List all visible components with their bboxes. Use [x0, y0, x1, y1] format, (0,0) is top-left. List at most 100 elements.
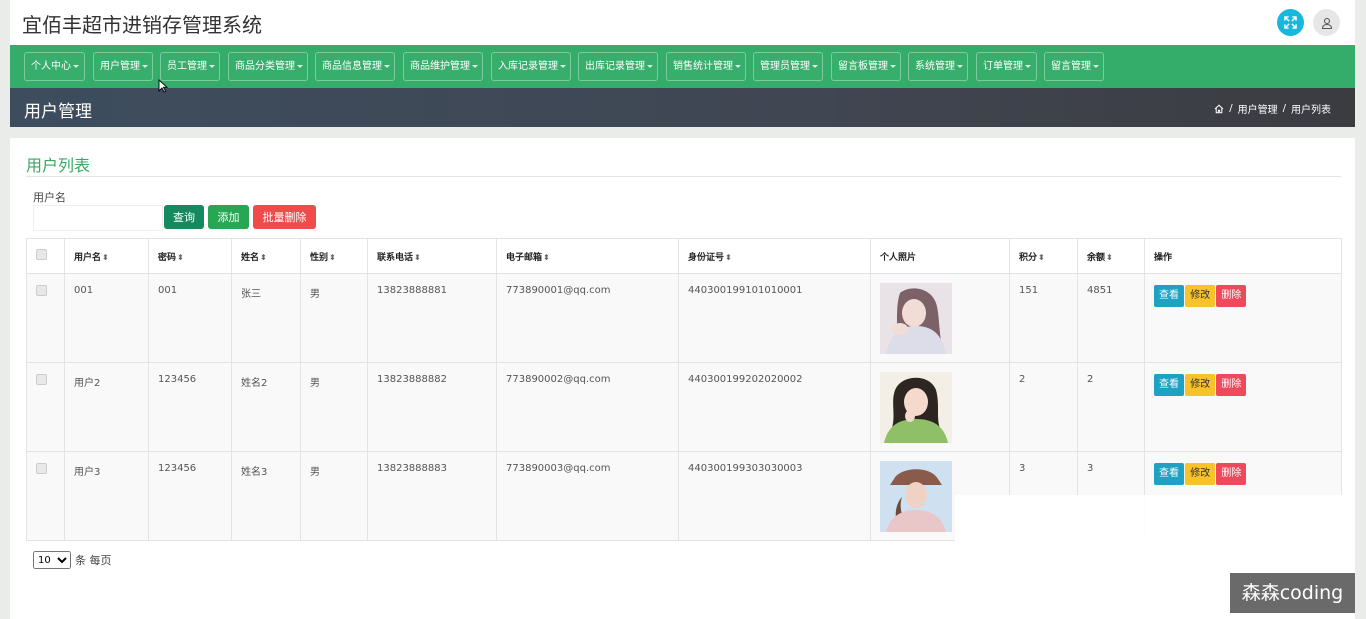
row-select-cell [26, 451, 65, 541]
user-menu-button[interactable] [1313, 9, 1340, 36]
delete-button[interactable]: 删除 [1216, 285, 1247, 307]
column-header-label: 用户名 [74, 252, 102, 263]
user-photo[interactable] [880, 372, 952, 443]
username-cell: 用户2 [64, 362, 149, 452]
nav-item-label: 商品维护管理 [410, 61, 470, 72]
nav-item-category-management[interactable]: 商品分类管理 [228, 52, 308, 81]
nav-item-order-management[interactable]: 订单管理 [976, 52, 1037, 81]
column-header[interactable]: 姓名⬍ [231, 238, 301, 274]
page-header: 用户管理 / 用户管理 / 用户列表 [10, 88, 1355, 127]
nav-item-sales-statistics[interactable]: 销售统计管理 [666, 52, 746, 81]
bulk-delete-button[interactable]: 批量删除 [253, 205, 316, 229]
edit-button[interactable]: 修改 [1185, 285, 1216, 307]
view-button[interactable]: 查看 [1154, 285, 1184, 307]
view-button[interactable]: 查看 [1154, 374, 1184, 396]
points-cell: 151 [1009, 273, 1078, 363]
password-cell: 123456 [148, 451, 232, 541]
caret-down-icon [142, 64, 148, 68]
top-bar: 宜佰丰超市进销存管理系统 [10, 0, 1355, 45]
nav-item-label: 系统管理 [915, 61, 955, 72]
caret-down-icon [735, 64, 741, 68]
column-header-label: 积分 [1019, 252, 1038, 263]
sort-icon: ⬍ [260, 252, 267, 262]
user-photo[interactable] [880, 283, 952, 354]
username-cell: 001 [64, 273, 149, 363]
card-divider [26, 176, 1341, 177]
view-button[interactable]: 查看 [1154, 463, 1184, 485]
page-size-suffix: 条 每页 [75, 554, 112, 567]
caret-down-icon [812, 64, 818, 68]
row-checkbox[interactable] [36, 374, 47, 385]
nav-item-personal-center[interactable]: 个人中心 [24, 52, 85, 81]
email-cell: 773890001@qq.com [496, 273, 679, 363]
nav-item-product-maintenance[interactable]: 商品维护管理 [403, 52, 483, 81]
username-label: 用户名 [33, 191, 66, 204]
row-checkbox[interactable] [36, 463, 47, 474]
breadcrumb-separator: / [1229, 103, 1233, 114]
column-header[interactable]: 密码⬍ [148, 238, 232, 274]
user-photo[interactable] [880, 461, 952, 532]
nav-item-system-management[interactable]: 系统管理 [908, 52, 968, 81]
balance-cell: 4851 [1077, 273, 1145, 363]
home-icon[interactable] [1214, 104, 1224, 114]
edit-button[interactable]: 修改 [1185, 463, 1216, 485]
sort-icon: ⬍ [725, 252, 732, 262]
column-header-label: 密码 [158, 252, 177, 263]
edit-button[interactable]: 修改 [1185, 374, 1216, 396]
row-select-cell [26, 362, 65, 452]
nav-item-label: 入库记录管理 [498, 61, 558, 72]
actions-cell: 查看 修改 删除 [1144, 273, 1342, 363]
delete-button[interactable]: 删除 [1216, 374, 1247, 396]
caret-down-icon [647, 64, 653, 68]
fullscreen-button[interactable] [1277, 9, 1304, 36]
phone-cell: 13823888883 [367, 451, 497, 541]
delete-button[interactable]: 删除 [1216, 463, 1247, 485]
caret-down-icon [297, 64, 303, 68]
phone-cell: 13823888881 [367, 273, 497, 363]
nav-item-user-management[interactable]: 用户管理 [93, 52, 153, 81]
mouse-cursor-icon [158, 79, 168, 93]
add-button[interactable]: 添加 [208, 205, 249, 229]
sort-icon: ⬍ [414, 252, 421, 262]
sort-icon: ⬍ [543, 252, 550, 262]
select-all-checkbox[interactable] [36, 249, 47, 260]
column-header[interactable]: 积分⬍ [1009, 238, 1078, 274]
nav-item-message-management[interactable]: 留言管理 [1044, 52, 1104, 81]
username-search-input[interactable] [33, 205, 163, 231]
fullscreen-icon [1284, 16, 1297, 29]
column-header[interactable]: 电子邮箱⬍ [496, 238, 679, 274]
column-header[interactable]: 性别⬍ [300, 238, 368, 274]
photo-cell [870, 273, 1010, 363]
email-cell: 773890002@qq.com [496, 362, 679, 452]
nav-item-product-info-management[interactable]: 商品信息管理 [315, 52, 395, 81]
page-size-select[interactable]: 10 [33, 551, 71, 569]
column-header-label: 操作 [1154, 252, 1173, 263]
nav-item-outbound-records[interactable]: 出库记录管理 [578, 52, 658, 81]
row-checkbox[interactable] [36, 285, 47, 296]
email-cell: 773890003@qq.com [496, 451, 679, 541]
column-header[interactable]: 身份证号⬍ [678, 238, 871, 274]
nav-item-message-board-management[interactable]: 留言板管理 [831, 52, 901, 81]
breadcrumb: / 用户管理 / 用户列表 [1214, 101, 1331, 116]
nav-item-staff-management[interactable]: 员工管理 [160, 52, 220, 81]
card-title: 用户列表 [26, 156, 91, 175]
nav-item-admin-management[interactable]: 管理员管理 [753, 52, 823, 81]
balance-cell: 2 [1077, 362, 1145, 452]
app-title: 宜佰丰超市进销存管理系统 [22, 13, 262, 37]
sort-icon: ⬍ [102, 252, 109, 262]
gender-cell: 男 [300, 273, 368, 363]
query-button[interactable]: 查询 [164, 205, 204, 229]
nav-item-label: 销售统计管理 [673, 61, 733, 72]
nav-item-inbound-records[interactable]: 入库记录管理 [491, 52, 571, 81]
breadcrumb-item[interactable]: 用户管理 [1238, 101, 1278, 116]
column-header[interactable]: 用户名⬍ [64, 238, 149, 274]
column-header[interactable]: 余额⬍ [1077, 238, 1145, 274]
caret-down-icon [957, 64, 963, 68]
column-header[interactable]: 联系电话⬍ [367, 238, 497, 274]
column-header-label: 余额 [1087, 252, 1106, 263]
pagination: 10 条 每页 [33, 551, 112, 569]
phone-cell: 13823888882 [367, 362, 497, 452]
breadcrumb-separator: / [1282, 103, 1286, 114]
username-cell: 用户3 [64, 451, 149, 541]
main-nav: 个人中心 用户管理 员工管理 商品分类管理 商品信息管理 商品维护管理 入库记录… [10, 45, 1355, 88]
